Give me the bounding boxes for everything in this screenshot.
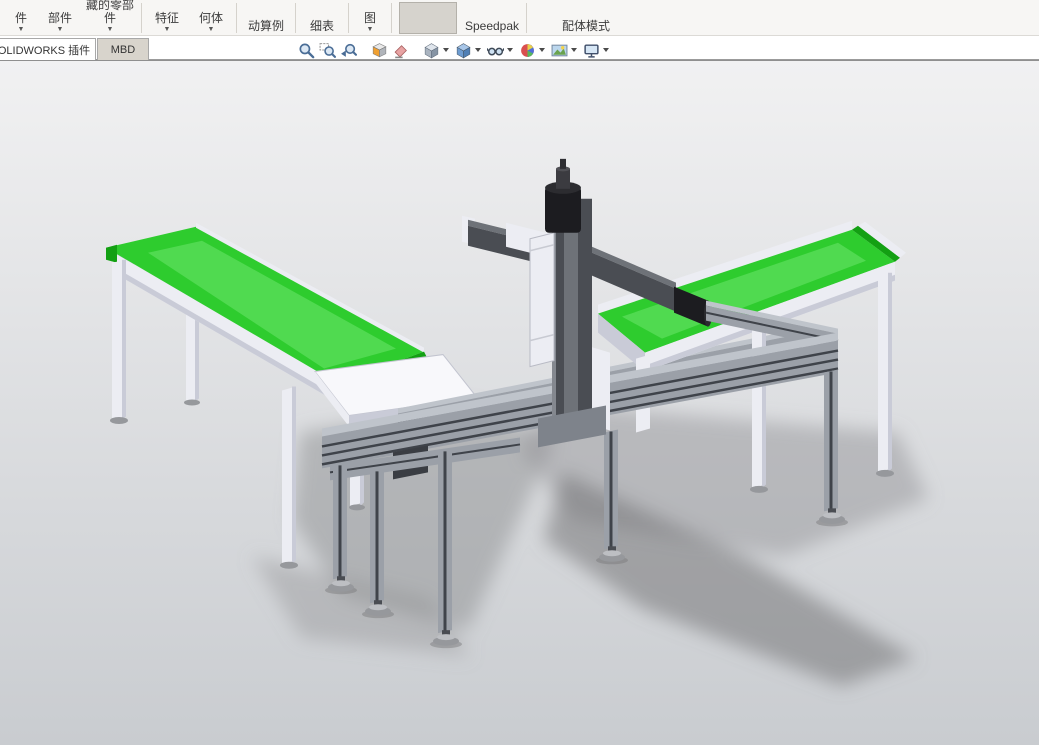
zoom-to-area-icon[interactable] <box>317 40 338 60</box>
chevron-down-icon: ▼ <box>207 26 215 33</box>
ribbon-button-label: 动算例 <box>247 19 284 33</box>
ribbon-button-label: 藏的零部件 <box>85 0 134 25</box>
ribbon-bill-of-materials-button[interactable]: 细表 <box>299 0 345 35</box>
tab-mbd[interactable]: MBD <box>97 38 149 60</box>
ribbon-button-label: 细表 <box>309 19 334 33</box>
view-orientation-icon[interactable] <box>421 40 442 60</box>
ribbon-button-label: 图 <box>363 11 376 25</box>
chevron-down-icon[interactable] <box>603 48 609 52</box>
chevron-down-icon[interactable] <box>507 48 513 52</box>
ribbon-divider <box>295 3 296 33</box>
ribbon-button-label: 何体 <box>198 11 223 25</box>
3d-model-render <box>0 61 1039 745</box>
ribbon-divider <box>391 3 392 33</box>
chevron-down-icon: ▼ <box>106 26 114 33</box>
annotation-view-icon[interactable] <box>390 40 411 60</box>
chevron-down-icon[interactable] <box>539 48 545 52</box>
previous-view-icon[interactable] <box>338 40 359 60</box>
hide-show-items-icon[interactable] <box>485 40 506 60</box>
ribbon-divider <box>236 3 237 33</box>
ribbon-large-assembly-mode-button[interactable]: 配体模式 <box>558 0 614 35</box>
tab-label: MBD <box>110 43 136 56</box>
chevron-down-icon: ▼ <box>56 26 64 33</box>
chevron-down-icon: ▼ <box>163 26 171 33</box>
ribbon-button-label: 特征 <box>154 11 179 25</box>
ribbon-divider <box>348 3 349 33</box>
ribbon-show-hidden-components-button[interactable]: 藏的零部件 ▼ <box>82 0 138 35</box>
zoom-to-fit-icon[interactable] <box>296 40 317 60</box>
ribbon-move-component-button[interactable]: 部件 ▼ <box>38 0 82 35</box>
3d-viewport[interactable] <box>0 60 1039 745</box>
ribbon-button-label: 件 <box>14 11 27 25</box>
ribbon-button-label: Speedpak <box>464 19 520 33</box>
chevron-down-icon: ▼ <box>366 26 374 33</box>
ribbon-motion-study-button[interactable]: 动算例 <box>240 0 292 35</box>
status-bar <box>0 745 1039 751</box>
apply-scene-icon[interactable] <box>549 40 570 60</box>
section-view-icon[interactable] <box>369 40 390 60</box>
ribbon-divider <box>526 3 527 33</box>
tab-solidworks-addins[interactable]: OLIDWORKS 插件 <box>0 38 96 60</box>
edit-appearance-icon[interactable] <box>517 40 538 60</box>
ribbon-exploded-view-button[interactable]: 图 ▼ <box>352 0 388 35</box>
view-settings-icon[interactable] <box>581 40 602 60</box>
ribbon-toolbar: 件 ▼ 部件 ▼ 藏的零部件 ▼ 特征 ▼ 何体 ▼ 动算例 细表 图 ▼ Sp… <box>0 0 1039 36</box>
ribbon-reference-geometry-button[interactable]: 何体 ▼ <box>189 0 233 35</box>
ribbon-speedpak-button[interactable]: Speedpak <box>461 0 523 35</box>
ribbon-button-label: 部件 <box>47 11 72 25</box>
chevron-down-icon[interactable] <box>475 48 481 52</box>
ribbon-button-label: 配体模式 <box>561 19 610 33</box>
chevron-down-icon[interactable] <box>443 48 449 52</box>
blank-toggle-button[interactable] <box>399 2 457 34</box>
ribbon-divider <box>141 3 142 33</box>
chevron-down-icon[interactable] <box>571 48 577 52</box>
ribbon-assembly-features-button[interactable]: 特征 ▼ <box>145 0 189 35</box>
ribbon-insert-component-button[interactable]: 件 ▼ <box>4 0 38 35</box>
chevron-down-icon: ▼ <box>17 26 25 33</box>
tab-label: OLIDWORKS 插件 <box>0 44 91 57</box>
heads-up-view-toolbar <box>296 39 613 61</box>
display-style-icon[interactable] <box>453 40 474 60</box>
